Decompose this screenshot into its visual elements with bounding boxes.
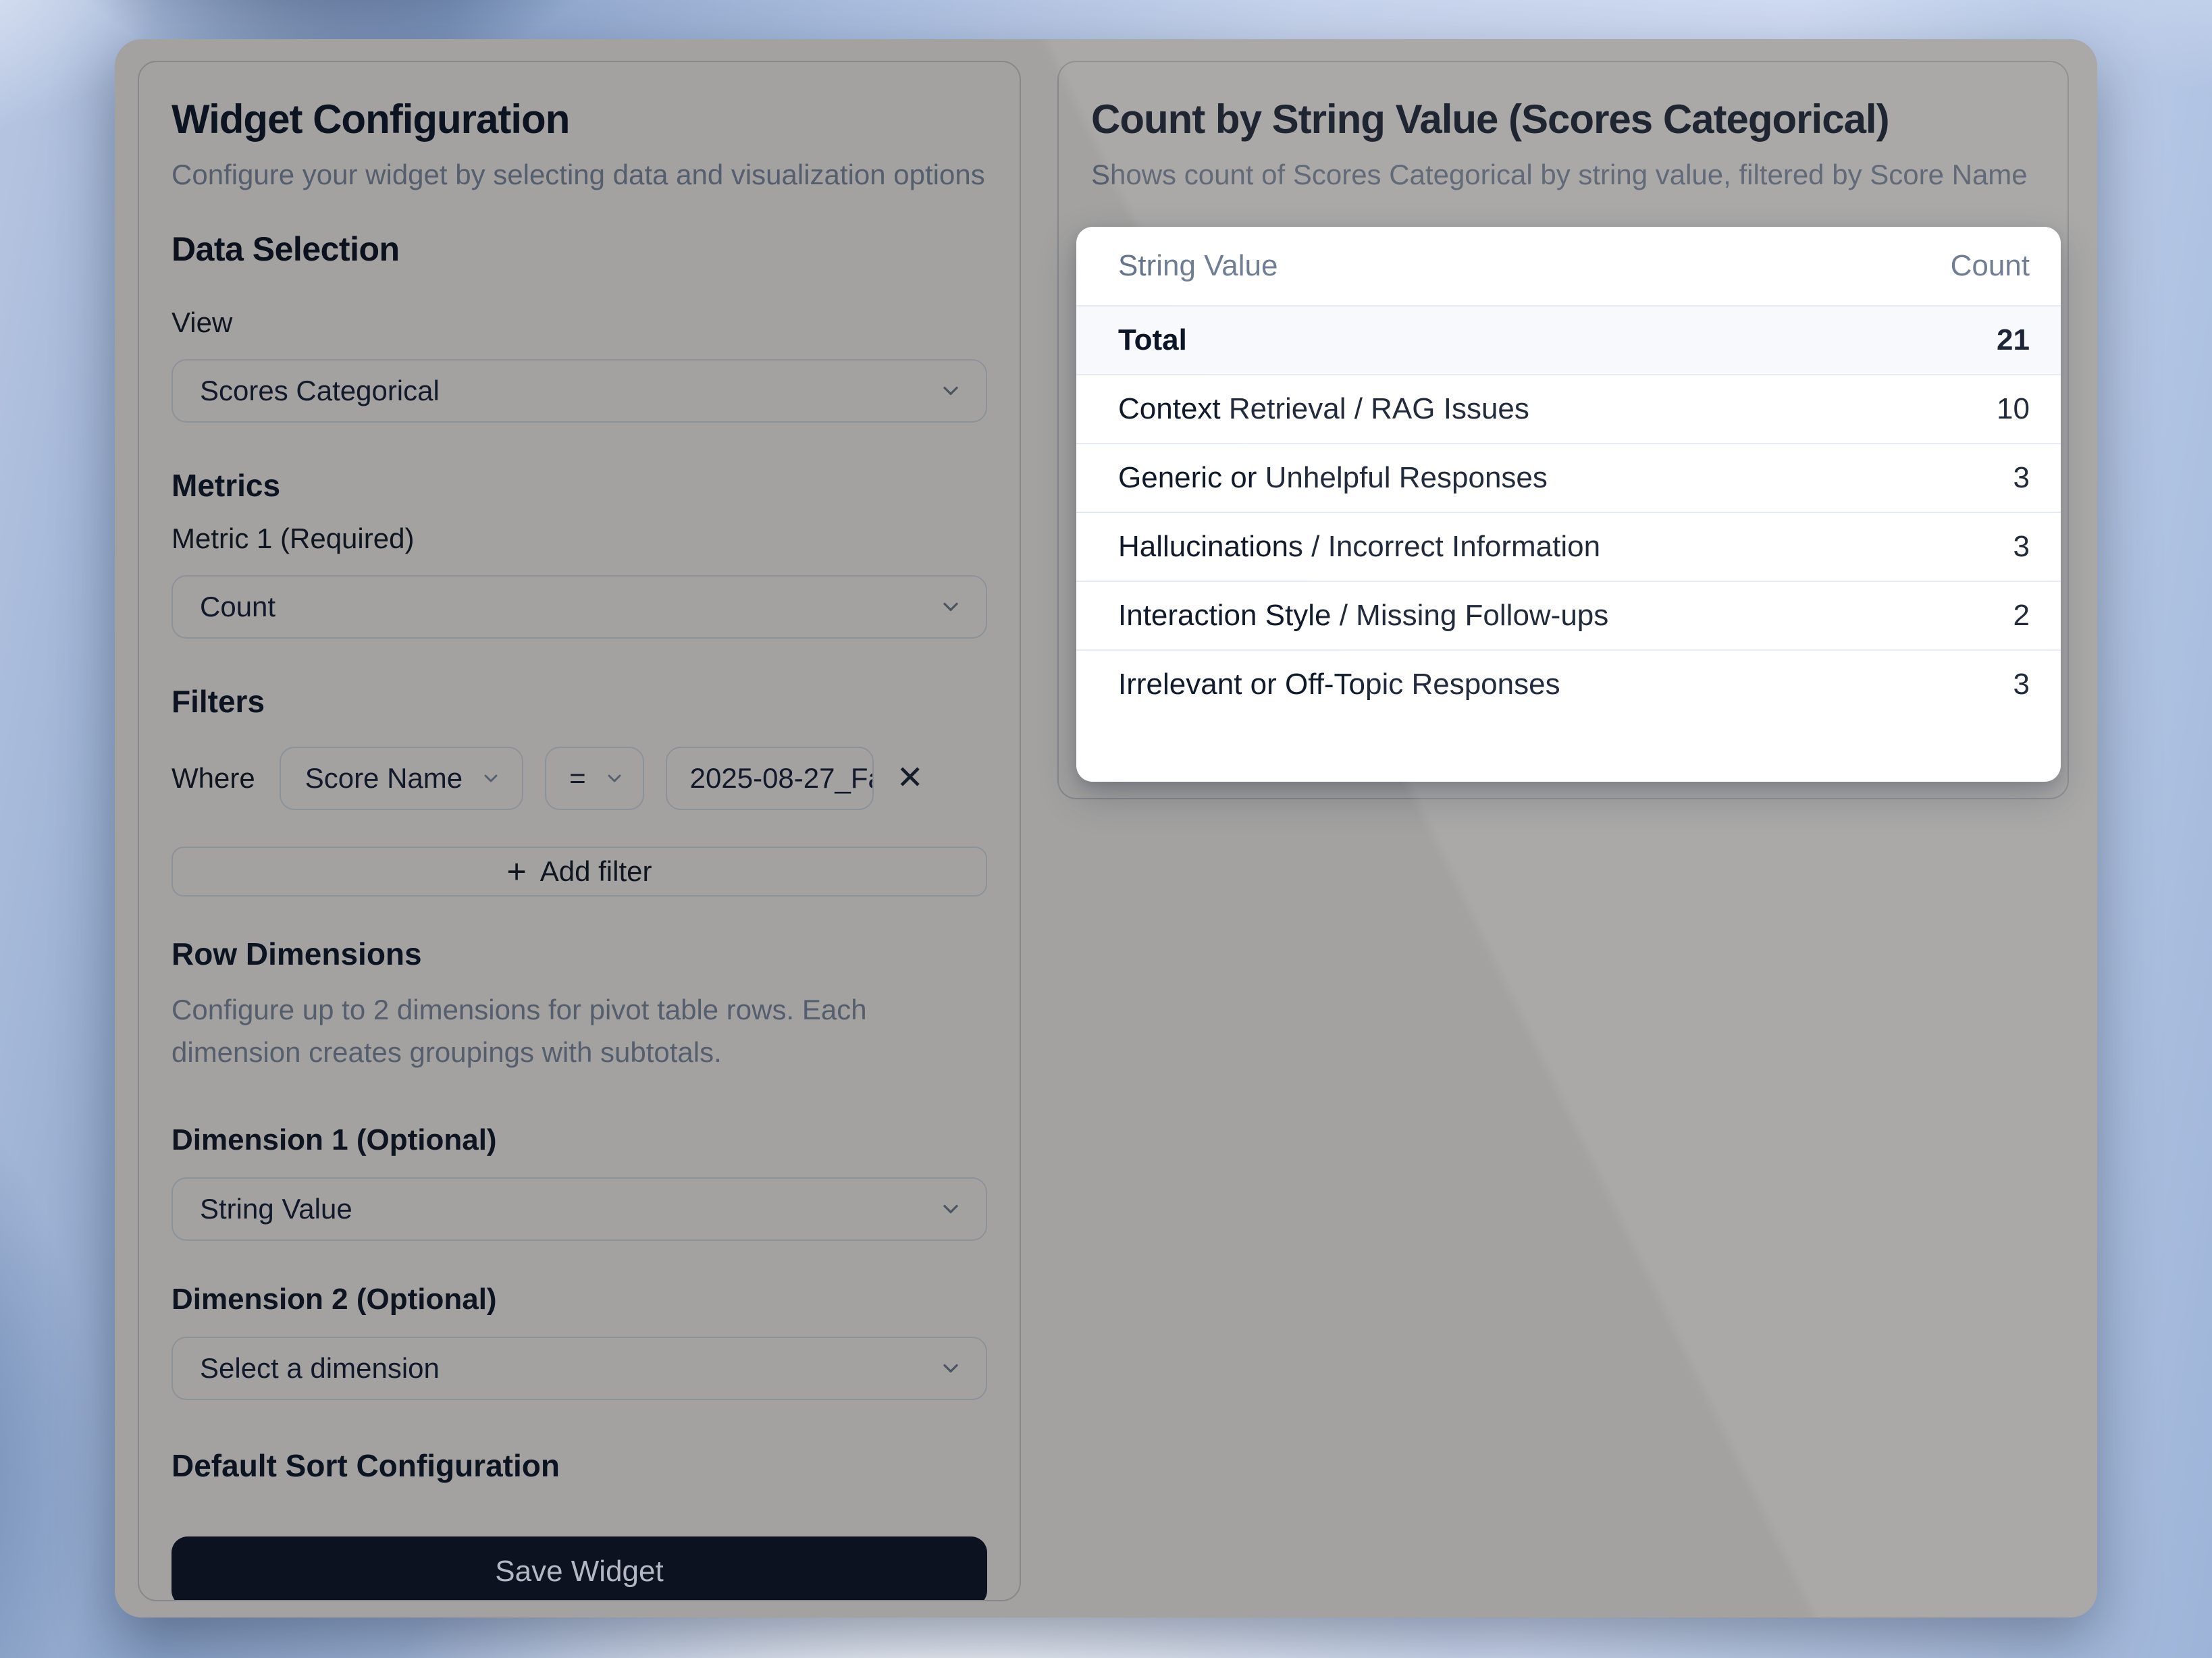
table-header-row: String Value Count bbox=[1076, 227, 2061, 305]
table-row-label: Interaction Style / Missing Follow-ups bbox=[1118, 599, 1608, 633]
chevron-down-icon bbox=[939, 1356, 963, 1381]
metric1-select-value: Count bbox=[200, 591, 275, 623]
chevron-down-icon bbox=[939, 379, 963, 403]
view-select-value: Scores Categorical bbox=[200, 375, 440, 407]
default-sort-heading: Default Sort Configuration bbox=[172, 1447, 987, 1484]
table-body: Context Retrieval / RAG Issues 10 Generi… bbox=[1076, 374, 2061, 718]
table-row-label: Context Retrieval / RAG Issues bbox=[1118, 392, 1529, 426]
table-row-count: 2 bbox=[2013, 599, 2030, 633]
chevron-down-icon bbox=[939, 1197, 963, 1221]
configuration-panel: Widget Configuration Configure your widg… bbox=[138, 61, 1021, 1601]
metric1-select[interactable]: Count bbox=[172, 575, 987, 639]
table-row-count: 3 bbox=[2013, 530, 2030, 564]
filter-operator-value: = bbox=[569, 762, 586, 795]
filter-row: Where Score Name = 2025-08-27_Fa ✕ bbox=[172, 747, 987, 810]
preview-table-card: String Value Count Total 21 Context Retr… bbox=[1076, 227, 2061, 782]
dimension1-label: Dimension 1 (Optional) bbox=[172, 1123, 987, 1157]
chevron-down-icon bbox=[604, 768, 625, 789]
table-row-label: Hallucinations / Incorrect Information bbox=[1118, 530, 1600, 564]
where-label: Where bbox=[172, 762, 255, 795]
filter-operator-select[interactable]: = bbox=[545, 747, 644, 810]
table-row-count: 10 bbox=[1997, 392, 2030, 426]
table-row: Interaction Style / Missing Follow-ups 2 bbox=[1076, 581, 2061, 649]
row-dimensions-heading: Row Dimensions bbox=[172, 936, 987, 972]
preview-subtitle: Shows count of Scores Categorical by str… bbox=[1091, 153, 2035, 196]
dimension1-select-value: String Value bbox=[200, 1193, 352, 1225]
panel-title: Widget Configuration bbox=[172, 96, 987, 142]
column-header-count: Count bbox=[1951, 249, 2030, 283]
filter-value-input[interactable]: 2025-08-27_Fa bbox=[666, 747, 874, 810]
table-row-label: Irrelevant or Off-Topic Responses bbox=[1118, 668, 1560, 701]
row-dimensions-description: Configure up to 2 dimensions for pivot t… bbox=[172, 988, 987, 1073]
preview-panel: Count by String Value (Scores Categorica… bbox=[1057, 61, 2069, 799]
table-row: Generic or Unhelpful Responses 3 bbox=[1076, 443, 2061, 512]
view-label: View bbox=[172, 306, 987, 339]
remove-filter-icon[interactable]: ✕ bbox=[897, 762, 924, 795]
table-row: Context Retrieval / RAG Issues 10 bbox=[1076, 374, 2061, 443]
metric1-label: Metric 1 (Required) bbox=[172, 523, 987, 555]
panel-subtitle: Configure your widget by selecting data … bbox=[172, 153, 987, 196]
dimension2-select[interactable]: Select a dimension bbox=[172, 1337, 987, 1400]
add-filter-button[interactable]: + Add filter bbox=[172, 847, 987, 897]
view-select[interactable]: Scores Categorical bbox=[172, 359, 987, 423]
preview-title: Count by String Value (Scores Categorica… bbox=[1091, 96, 2035, 142]
dimension2-select-value: Select a dimension bbox=[200, 1352, 440, 1385]
metrics-heading: Metrics bbox=[172, 467, 987, 504]
column-header-string-value: String Value bbox=[1118, 249, 1278, 283]
dimension1-select[interactable]: String Value bbox=[172, 1177, 987, 1241]
save-widget-button[interactable]: Save Widget bbox=[172, 1536, 987, 1601]
page-background: { "left_panel": { "title": "Widget Confi… bbox=[0, 0, 2212, 1658]
total-row-label: Total bbox=[1118, 323, 1187, 357]
filters-heading: Filters bbox=[172, 683, 987, 720]
filter-column-select[interactable]: Score Name bbox=[280, 747, 523, 810]
filter-column-value: Score Name bbox=[305, 762, 463, 795]
table-row-count: 3 bbox=[2013, 461, 2030, 495]
chevron-down-icon bbox=[939, 595, 963, 619]
table-row-label: Generic or Unhelpful Responses bbox=[1118, 461, 1548, 495]
table-row: Irrelevant or Off-Topic Responses 3 bbox=[1076, 649, 2061, 718]
table-row-count: 3 bbox=[2013, 668, 2030, 701]
plus-icon: + bbox=[507, 852, 527, 891]
table-row: Hallucinations / Incorrect Information 3 bbox=[1076, 512, 2061, 581]
table-total-row: Total 21 bbox=[1076, 305, 2061, 374]
chevron-down-icon bbox=[480, 768, 502, 789]
filter-value-text: 2025-08-27_Fa bbox=[690, 762, 874, 795]
data-selection-heading: Data Selection bbox=[172, 230, 987, 269]
widget-configuration-dialog: Widget Configuration Configure your widg… bbox=[115, 39, 2097, 1617]
dimension2-label: Dimension 2 (Optional) bbox=[172, 1283, 987, 1316]
total-row-count: 21 bbox=[1997, 323, 2030, 357]
add-filter-label: Add filter bbox=[540, 855, 652, 888]
